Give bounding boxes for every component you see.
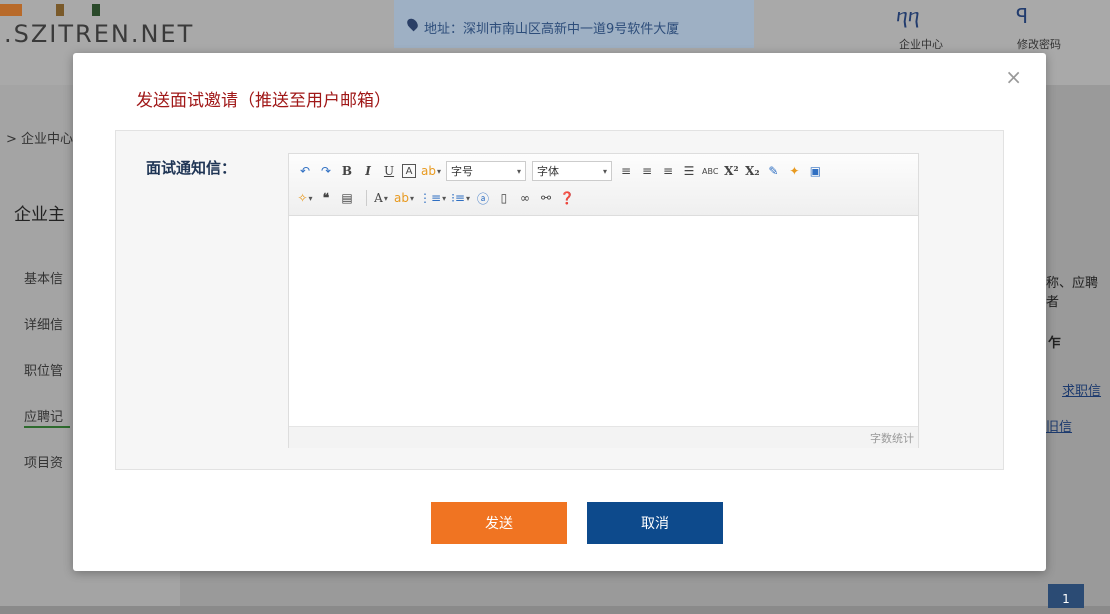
align-justify-icon[interactable]: ☰ <box>681 161 697 181</box>
change-password-link[interactable]: 修改密码 <box>1017 36 1061 52</box>
magic-wand-icon[interactable]: ✧ ▾ <box>297 188 313 208</box>
word-count: 字数统计 <box>870 432 914 445</box>
send-button[interactable]: 发送 <box>431 502 567 544</box>
sidebar-title: 企业主 <box>14 205 65 225</box>
search-hint: 称、应聘者 <box>1046 276 1099 310</box>
breadcrumb: > 企业中心 <box>6 132 74 147</box>
toolbar-row: ✧ ▾ ❝ ▤ A ▾ ab ▾ ⋮≡ ▾ ⁝≡ ▾ ⓐ ▯ ∞ ⚯ ❓ <box>297 187 580 209</box>
key-icon[interactable]: ꟼ <box>1016 4 1028 28</box>
strikethrough-icon[interactable]: ABC <box>702 161 718 181</box>
site-logo: .SZITREN.NET <box>4 20 195 48</box>
background-color-icon[interactable]: ab ▾ <box>394 188 414 208</box>
editor-toolbar: ↶ ↷ B I U A ab ▾ 字号 ▾ 字体 ▾ ≡ ≡ ≡ ☰ ABC X² X… <box>289 154 918 216</box>
align-center-icon[interactable]: ≡ <box>639 161 655 181</box>
undo-icon[interactable]: ↶ <box>297 161 313 181</box>
cancel-button[interactable]: 取消 <box>587 502 723 544</box>
editor-content-area[interactable] <box>289 216 918 425</box>
superscript-icon[interactable]: X² <box>723 161 739 181</box>
underline-icon[interactable]: U <box>381 161 397 181</box>
unordered-list-icon[interactable]: ⁝≡ ▾ <box>451 188 470 208</box>
font-size-select[interactable]: 字号 ▾ <box>446 161 526 181</box>
insert-anchor-icon[interactable]: ⓐ <box>475 188 491 208</box>
blank-page-icon[interactable]: ▯ <box>496 188 512 208</box>
subscript-icon[interactable]: X₂ <box>744 161 760 181</box>
redo-icon[interactable]: ↷ <box>318 161 334 181</box>
close-icon[interactable]: × <box>1005 65 1022 89</box>
letter-link[interactable]: 旧信 <box>1046 416 1072 435</box>
format-painter-icon[interactable]: ✦ <box>786 161 802 181</box>
font-color-icon[interactable]: A ▾ <box>373 188 389 208</box>
toolbar-separator <box>366 190 367 206</box>
ordered-list-icon[interactable]: ⋮≡ ▾ <box>419 188 446 208</box>
font-family-select[interactable]: 字体 ▾ <box>532 161 612 181</box>
pagination-page[interactable]: 1 <box>1048 584 1084 608</box>
preview-monitor-icon[interactable]: ▣ <box>807 161 823 181</box>
font-border-icon[interactable]: A <box>402 164 416 178</box>
address-text: 地址：深圳市南山区高新中一道9号软件大厦 <box>424 22 680 37</box>
form-panel: 面试通知信： ↶ ↷ B I U A ab ▾ 字号 ▾ 字体 ▾ ≡ ≡ ≡ ☰ <box>115 130 1004 470</box>
help-icon[interactable]: ❓ <box>559 188 575 208</box>
sidebar-item-basic-info[interactable]: 基本信 <box>24 268 63 287</box>
link-icon[interactable]: ∞ <box>517 188 533 208</box>
highlight-icon[interactable]: ab ▾ <box>421 161 441 181</box>
align-left-icon[interactable]: ≡ <box>618 161 634 181</box>
blockquote-icon[interactable]: ❝ <box>318 188 334 208</box>
logo-graphic <box>0 4 150 16</box>
italic-icon[interactable]: I <box>360 161 376 181</box>
rich-text-editor: ↶ ↷ B I U A ab ▾ 字号 ▾ 字体 ▾ ≡ ≡ ≡ ☰ ABC X² X… <box>288 153 919 448</box>
field-label: 面试通知信： <box>146 159 237 177</box>
person-pair-icon[interactable]: ⴄⴄ <box>896 4 920 28</box>
sidebar-item-projects[interactable]: 项目资 <box>24 452 63 471</box>
paste-text-icon[interactable]: ▤ <box>339 188 355 208</box>
dialog-title: 发送面试邀请（推送至用户邮箱） <box>136 91 391 111</box>
sidebar-item-jobs[interactable]: 职位管 <box>24 360 63 379</box>
cover-letter-link[interactable]: 求职信 <box>1062 380 1101 399</box>
active-indicator <box>24 426 70 428</box>
table-header: 乍 <box>1048 336 1062 351</box>
eraser-icon[interactable]: ✎ <box>765 161 781 181</box>
align-right-icon[interactable]: ≡ <box>660 161 676 181</box>
toolbar-row: ↶ ↷ B I U A ab ▾ 字号 ▾ 字体 ▾ ≡ ≡ ≡ ☰ ABC X² X… <box>297 160 828 182</box>
editor-footer: 字数统计 <box>289 426 918 448</box>
unlink-icon[interactable]: ⚯ <box>538 188 554 208</box>
enterprise-center-link[interactable]: 企业中心 <box>899 36 943 52</box>
sidebar-item-applications[interactable]: 应聘记 <box>24 406 63 425</box>
bold-icon[interactable]: B <box>339 161 355 181</box>
sidebar-item-detail-info[interactable]: 详细信 <box>24 314 63 333</box>
interview-invite-dialog: 发送面试邀请（推送至用户邮箱） × 面试通知信： ↶ ↷ B I U A ab ▾… <box>73 53 1046 571</box>
